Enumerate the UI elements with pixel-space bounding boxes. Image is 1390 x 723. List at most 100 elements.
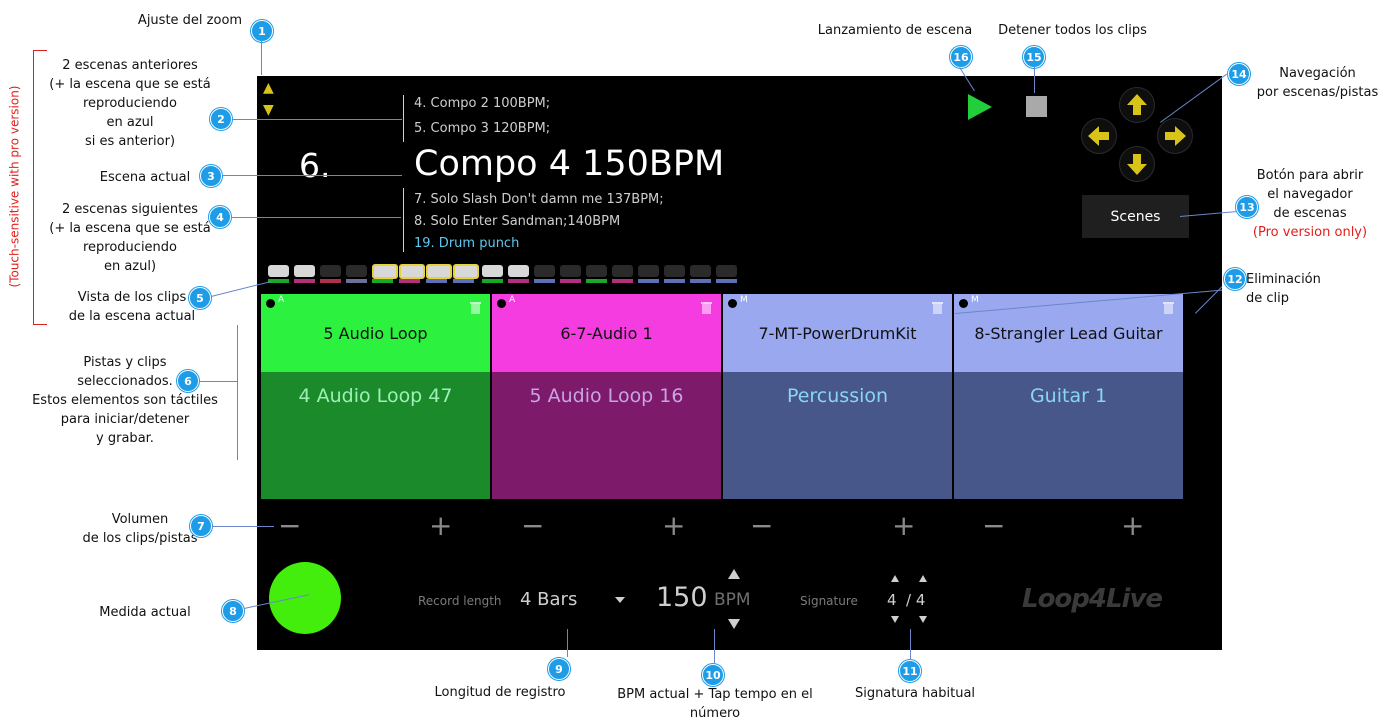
strip-cell[interactable]: [482, 265, 503, 277]
annotation-6-text: Pistas y clips seleccionados. Estos eleme…: [32, 355, 218, 446]
annotation-14-text: Navegación por escenas/pistas: [1256, 66, 1379, 100]
strip-cell[interactable]: [690, 265, 711, 277]
signature-numerator[interactable]: 4: [887, 591, 897, 609]
annotation-9-badge: 9: [548, 658, 570, 680]
trash-icon[interactable]: [700, 300, 713, 314]
trash-icon[interactable]: [1162, 300, 1175, 314]
nav-down-icon[interactable]: [1119, 146, 1155, 182]
playing-scene[interactable]: 19. Drum punch: [414, 236, 519, 251]
strip-cell[interactable]: [294, 265, 315, 277]
annotation-16-badge: 16: [950, 46, 972, 68]
volume-down-button-3[interactable]: −: [750, 512, 773, 540]
volume-down-button-1[interactable]: −: [278, 512, 301, 540]
annotation-7-badge: 7: [190, 515, 212, 537]
strip-cell[interactable]: [534, 265, 555, 277]
signature-denominator[interactable]: / 4: [906, 591, 925, 609]
record-dot-icon: [266, 299, 275, 308]
clip-slot-2[interactable]: A 6-7-Audio 1: [492, 294, 721, 372]
sig-den-down-icon[interactable]: [919, 616, 927, 623]
bpm-down-icon[interactable]: [728, 619, 740, 629]
strip-cell[interactable]: [716, 265, 737, 277]
strip-cell-current[interactable]: [399, 264, 425, 279]
record-length-label: Record length: [418, 594, 502, 608]
prev-divider: [403, 95, 404, 142]
launch-scene-play-icon[interactable]: [966, 92, 994, 122]
sig-num-down-icon[interactable]: [891, 616, 899, 623]
volume-up-button-3[interactable]: +: [892, 512, 915, 540]
annotation-15-badge: 15: [1023, 46, 1045, 68]
loop4live-app: ▲ ▼ 4. Compo 2 100BPM; 5. Compo 3 120BPM…: [257, 76, 1222, 650]
annotation-9-text: Longitud de registro: [434, 685, 566, 700]
bpm-up-icon[interactable]: [728, 569, 740, 579]
zoom-down-icon[interactable]: ▼: [263, 102, 274, 118]
next-scene-1[interactable]: 7. Solo Slash Don't damn me 137BPM;: [414, 192, 664, 207]
loop4live-logo: Loop4Live: [1022, 584, 1163, 614]
track-3[interactable]: Percussion: [723, 372, 952, 499]
clip-name: 8-Strangler Lead Guitar: [974, 323, 1163, 343]
volume-up-button-1[interactable]: +: [429, 512, 452, 540]
strip-cell[interactable]: [638, 265, 659, 277]
track-name: Guitar 1: [1029, 385, 1108, 407]
volume-up-button-4[interactable]: +: [1121, 512, 1144, 540]
strip-cell[interactable]: [346, 265, 367, 277]
nav-right-icon[interactable]: [1157, 118, 1193, 154]
nav-left-icon[interactable]: [1081, 118, 1117, 154]
trash-icon[interactable]: [469, 300, 482, 314]
scenes-button[interactable]: Scenes: [1082, 195, 1189, 238]
strip-cell[interactable]: [268, 265, 289, 277]
strip-cell-current[interactable]: [453, 264, 479, 279]
trash-icon[interactable]: [931, 300, 944, 314]
strip-cell[interactable]: [508, 265, 529, 277]
clip-type-tag: A: [278, 295, 285, 305]
current-measure-indicator[interactable]: [269, 562, 341, 634]
strip-cell[interactable]: [664, 265, 685, 277]
strip-cell[interactable]: [320, 265, 341, 277]
annotation-13-badge: 13: [1236, 196, 1258, 218]
track-4[interactable]: Guitar 1: [954, 372, 1183, 499]
stop-all-clips-icon[interactable]: [1026, 96, 1047, 117]
annotation-4-badge: 4: [209, 206, 231, 228]
strip-cell[interactable]: [612, 265, 633, 277]
annotation-11-badge: 11: [899, 660, 921, 682]
clip-name: 5 Audio Loop: [323, 323, 428, 343]
track-name: 5 Audio Loop 16: [529, 385, 684, 407]
annotation-5-badge: 5: [189, 287, 211, 309]
track-name: Percussion: [786, 385, 889, 407]
next-scene-2[interactable]: 8. Solo Enter Sandman;140BPM: [414, 214, 620, 229]
sig-den-up-icon[interactable]: [919, 575, 927, 582]
bpm-label: BPM: [714, 590, 751, 610]
signature-label: Signature: [800, 594, 858, 608]
prev-scene-2[interactable]: 5. Compo 3 120BPM;: [414, 121, 550, 136]
dropdown-chevron-icon[interactable]: [615, 596, 625, 604]
annotation-12-badge: 12: [1224, 268, 1246, 290]
annotation-16-text: Lanzamiento de escena: [817, 23, 973, 38]
volume-down-button-4[interactable]: −: [982, 512, 1005, 540]
track-1[interactable]: 4 Audio Loop 47: [261, 372, 490, 499]
record-length-value[interactable]: 4 Bars: [520, 589, 577, 610]
clip-type-tag: M: [971, 295, 979, 305]
current-scene-name: Compo 4 150BPM: [414, 144, 725, 184]
annotation-2-badge: 2: [210, 108, 232, 130]
bpm-value[interactable]: 150: [656, 582, 708, 613]
clip-slot-3[interactable]: M 7-MT-PowerDrumKit: [723, 294, 952, 372]
volume-down-button-2[interactable]: −: [521, 512, 544, 540]
clip-slot-4[interactable]: M 8-Strangler Lead Guitar: [954, 294, 1183, 372]
strip-cell-current[interactable]: [426, 264, 452, 279]
clip-slot-1[interactable]: A 5 Audio Loop: [261, 294, 490, 372]
record-dot-icon: [728, 299, 737, 308]
track-name: 4 Audio Loop 47: [298, 385, 453, 407]
strip-cell[interactable]: [586, 265, 607, 277]
strip-cell-current[interactable]: [372, 264, 398, 279]
clip-type-tag: M: [740, 295, 748, 305]
zoom-up-icon[interactable]: ▲: [263, 80, 274, 96]
prev-scene-1[interactable]: 4. Compo 2 100BPM;: [414, 96, 550, 111]
volume-up-button-2[interactable]: +: [662, 512, 685, 540]
sig-num-up-icon[interactable]: [891, 575, 899, 582]
strip-cell[interactable]: [560, 265, 581, 277]
annotation-13-text: Botón para abrir el navegador de escenas …: [1252, 168, 1368, 240]
annotation-8-badge: 8: [222, 600, 244, 622]
annotation-3-badge: 3: [200, 165, 222, 187]
nav-up-icon[interactable]: [1119, 87, 1155, 123]
track-2[interactable]: 5 Audio Loop 16: [492, 372, 721, 499]
annotation-15-text: Detener todos los clips: [998, 23, 1147, 38]
